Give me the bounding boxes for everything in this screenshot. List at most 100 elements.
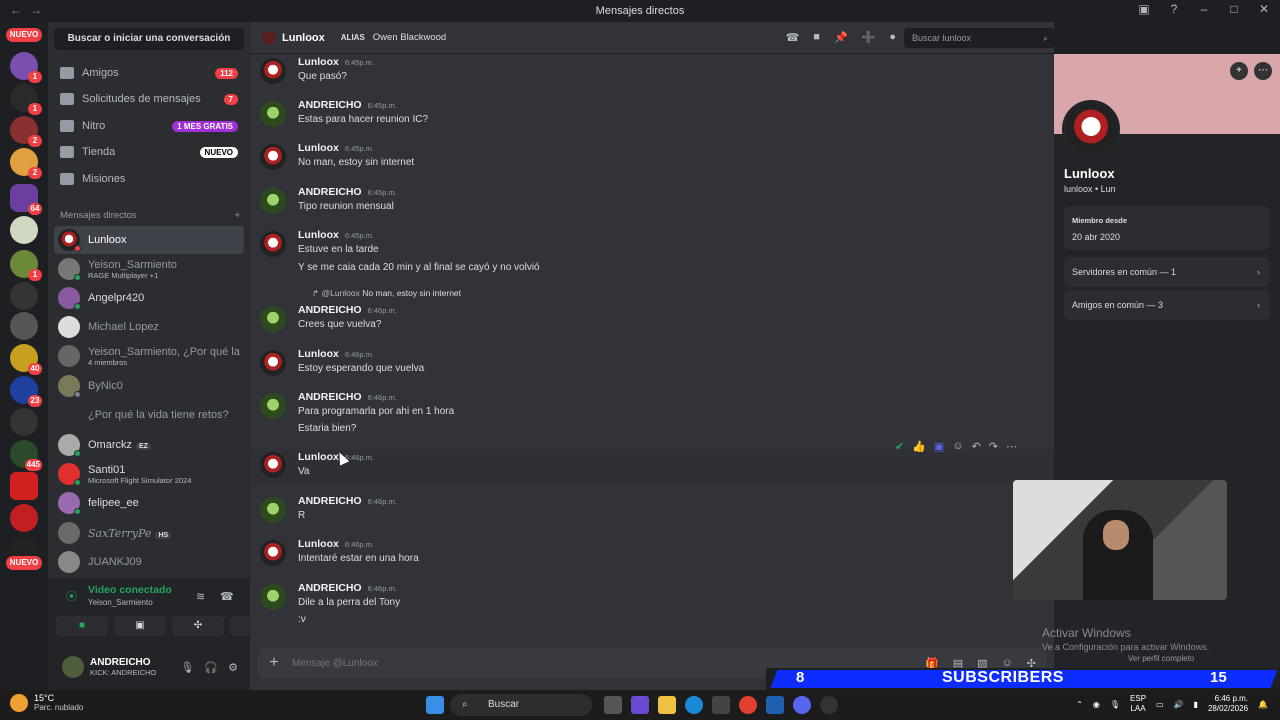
dm-item[interactable]: ByNic0 <box>54 372 244 400</box>
dm-item[interactable]: JUANKJ09 <box>54 548 244 576</box>
attach-button[interactable]: + <box>264 654 284 672</box>
nav-quests[interactable]: Misiones <box>54 166 244 192</box>
battery-icon[interactable]: ▮ <box>1194 700 1198 709</box>
avatar[interactable] <box>260 350 286 376</box>
clock[interactable]: 6:46 p.m. 28/02/2026 <box>1208 694 1248 714</box>
avatar[interactable] <box>260 393 286 419</box>
server-icon[interactable] <box>10 312 38 340</box>
copilot-icon[interactable] <box>631 696 649 714</box>
avatar[interactable] <box>260 306 286 332</box>
server-icon[interactable] <box>10 504 38 532</box>
dm-item[interactable]: Michael Lopez <box>54 313 244 341</box>
nav-friends[interactable]: Amigos 112 <box>54 60 244 86</box>
avatar[interactable] <box>62 656 84 678</box>
avatar[interactable] <box>260 452 286 478</box>
server-icon[interactable]: 1 <box>10 250 42 281</box>
headphones-icon[interactable]: 🎧 <box>204 661 218 674</box>
dm-item[interactable]: Omarckz EZ <box>54 431 244 459</box>
p-reaction-icon[interactable]: ▣ <box>934 440 944 453</box>
inbox-icon[interactable]: ▣ <box>1136 2 1152 16</box>
dm-item[interactable]: ¿Por qué la vida tiene retos? <box>54 401 244 429</box>
microphone-icon[interactable]: 🎙 <box>180 661 194 674</box>
search-input[interactable]: Buscar lunloox ⌕ <box>904 27 1054 48</box>
avatar[interactable] <box>260 584 286 610</box>
dm-item[interactable]: Yeison_Sarmiento RAGE Multiplayer +1 <box>54 255 244 283</box>
profile-icon[interactable]: ● <box>889 31 896 44</box>
more-icon[interactable]: ⋯ <box>1006 440 1017 453</box>
server-icon[interactable]: 40 <box>10 344 42 375</box>
dm-item[interactable]: SaxTerryPe HS <box>54 519 244 547</box>
nav-shop[interactable]: Tienda NUEVO <box>54 139 244 165</box>
server-icon[interactable] <box>10 216 38 244</box>
server-icon[interactable] <box>10 472 38 500</box>
dm-item[interactable]: felipee_ee <box>54 489 244 517</box>
dm-item[interactable]: Lunloox <box>54 226 244 254</box>
file-explorer-icon[interactable] <box>658 696 676 714</box>
call-icon[interactable]: ☎ <box>786 31 800 44</box>
network-icon[interactable]: ◉ <box>1093 700 1100 709</box>
maximize-button[interactable]: □ <box>1226 2 1242 16</box>
find-conversation-button[interactable]: Buscar o iniciar una conversación <box>54 28 244 50</box>
add-friend-icon[interactable]: ➕ <box>862 31 876 44</box>
add-friend-icon[interactable]: + <box>1230 62 1248 80</box>
reply-icon[interactable]: ↶ <box>972 440 981 453</box>
server-icon[interactable]: 2 <box>10 148 42 179</box>
avatar[interactable] <box>260 497 286 523</box>
pin-icon[interactable]: 📌 <box>834 31 848 44</box>
avatar[interactable] <box>260 144 286 170</box>
close-button[interactable]: ✕ <box>1256 2 1272 16</box>
mutual-friends-row[interactable]: Amigos en común — 3 › <box>1064 290 1270 320</box>
check-reaction-icon[interactable]: ✔ <box>895 440 904 453</box>
gear-icon[interactable]: ⚙ <box>228 661 238 674</box>
message-input[interactable] <box>292 657 926 669</box>
message-hovered[interactable]: Lunloox 6:46p.m. Va <box>250 450 1054 484</box>
notification-icon[interactable]: 🔔 <box>1258 700 1268 709</box>
edge-icon[interactable] <box>685 696 703 714</box>
chevron-up-icon[interactable]: ⌃ <box>1076 700 1083 709</box>
video-icon[interactable]: ■ <box>813 31 820 44</box>
more-icon[interactable]: ⋯ <box>1254 62 1272 80</box>
disconnect-icon[interactable]: ☎ <box>220 590 234 603</box>
minimize-button[interactable]: – <box>1196 2 1212 16</box>
server-icon[interactable]: 2 <box>10 116 42 147</box>
avatar[interactable] <box>260 58 286 84</box>
dm-item[interactable]: Yeison_Sarmiento, ¿Por qué la ... 4 miemb… <box>54 342 244 370</box>
vscode-icon[interactable] <box>766 696 784 714</box>
avatar[interactable] <box>260 231 286 257</box>
server-icon[interactable] <box>10 408 38 436</box>
server-icon[interactable]: 445 <box>10 440 42 471</box>
dm-item[interactable]: Angelpr420 <box>54 284 244 312</box>
obs-icon[interactable] <box>820 696 838 714</box>
camera-button[interactable]: ■ <box>56 616 108 636</box>
screen-share-button[interactable]: ▣ <box>114 616 166 636</box>
avatar[interactable] <box>260 540 286 566</box>
avatar[interactable] <box>260 101 286 127</box>
add-reaction-icon[interactable]: ☺ <box>952 440 963 453</box>
weather-widget[interactable]: 15°C Parc. nublado <box>10 693 83 712</box>
reply-preview[interactable]: ↱ @Lunloox No man, estoy sin internet <box>312 288 461 299</box>
volume-icon[interactable]: 🔊 <box>1174 700 1184 709</box>
activities-button[interactable]: ✣ <box>172 616 224 636</box>
nav-message-requests[interactable]: Solicitudes de mensajes 7 <box>54 86 244 112</box>
discord-icon[interactable] <box>793 696 811 714</box>
noise-suppression-icon[interactable]: ≋ <box>196 590 205 603</box>
taskbar-search[interactable]: ⌕ Buscar <box>450 694 592 716</box>
thumbs-up-icon[interactable]: 👍 <box>912 440 926 453</box>
nav-arrows[interactable]: ←→ <box>10 3 50 17</box>
nav-nitro[interactable]: Nitro 1 MES GRATIS <box>54 113 244 139</box>
server-icon[interactable]: 1 <box>10 84 42 115</box>
dm-item[interactable]: Santi01 Microsoft Flight Simulator 2024 <box>54 460 244 488</box>
view-full-profile-link[interactable]: Ver perfil completo <box>1128 654 1194 663</box>
avatar[interactable] <box>260 188 286 214</box>
server-icon[interactable]: 23 <box>10 376 42 407</box>
start-icon[interactable] <box>426 696 444 714</box>
server-icon[interactable] <box>10 282 38 310</box>
profile-avatar[interactable] <box>1062 100 1120 158</box>
server-icon[interactable]: 1 <box>10 52 42 83</box>
server-icon[interactable]: 64 <box>10 184 42 215</box>
forward-icon[interactable]: ↷ <box>989 440 998 453</box>
add-dm-button[interactable]: + <box>234 210 240 221</box>
task-view-icon[interactable] <box>604 696 622 714</box>
chrome-icon[interactable] <box>739 696 757 714</box>
microphone-icon[interactable]: 🎙 <box>1110 700 1120 709</box>
